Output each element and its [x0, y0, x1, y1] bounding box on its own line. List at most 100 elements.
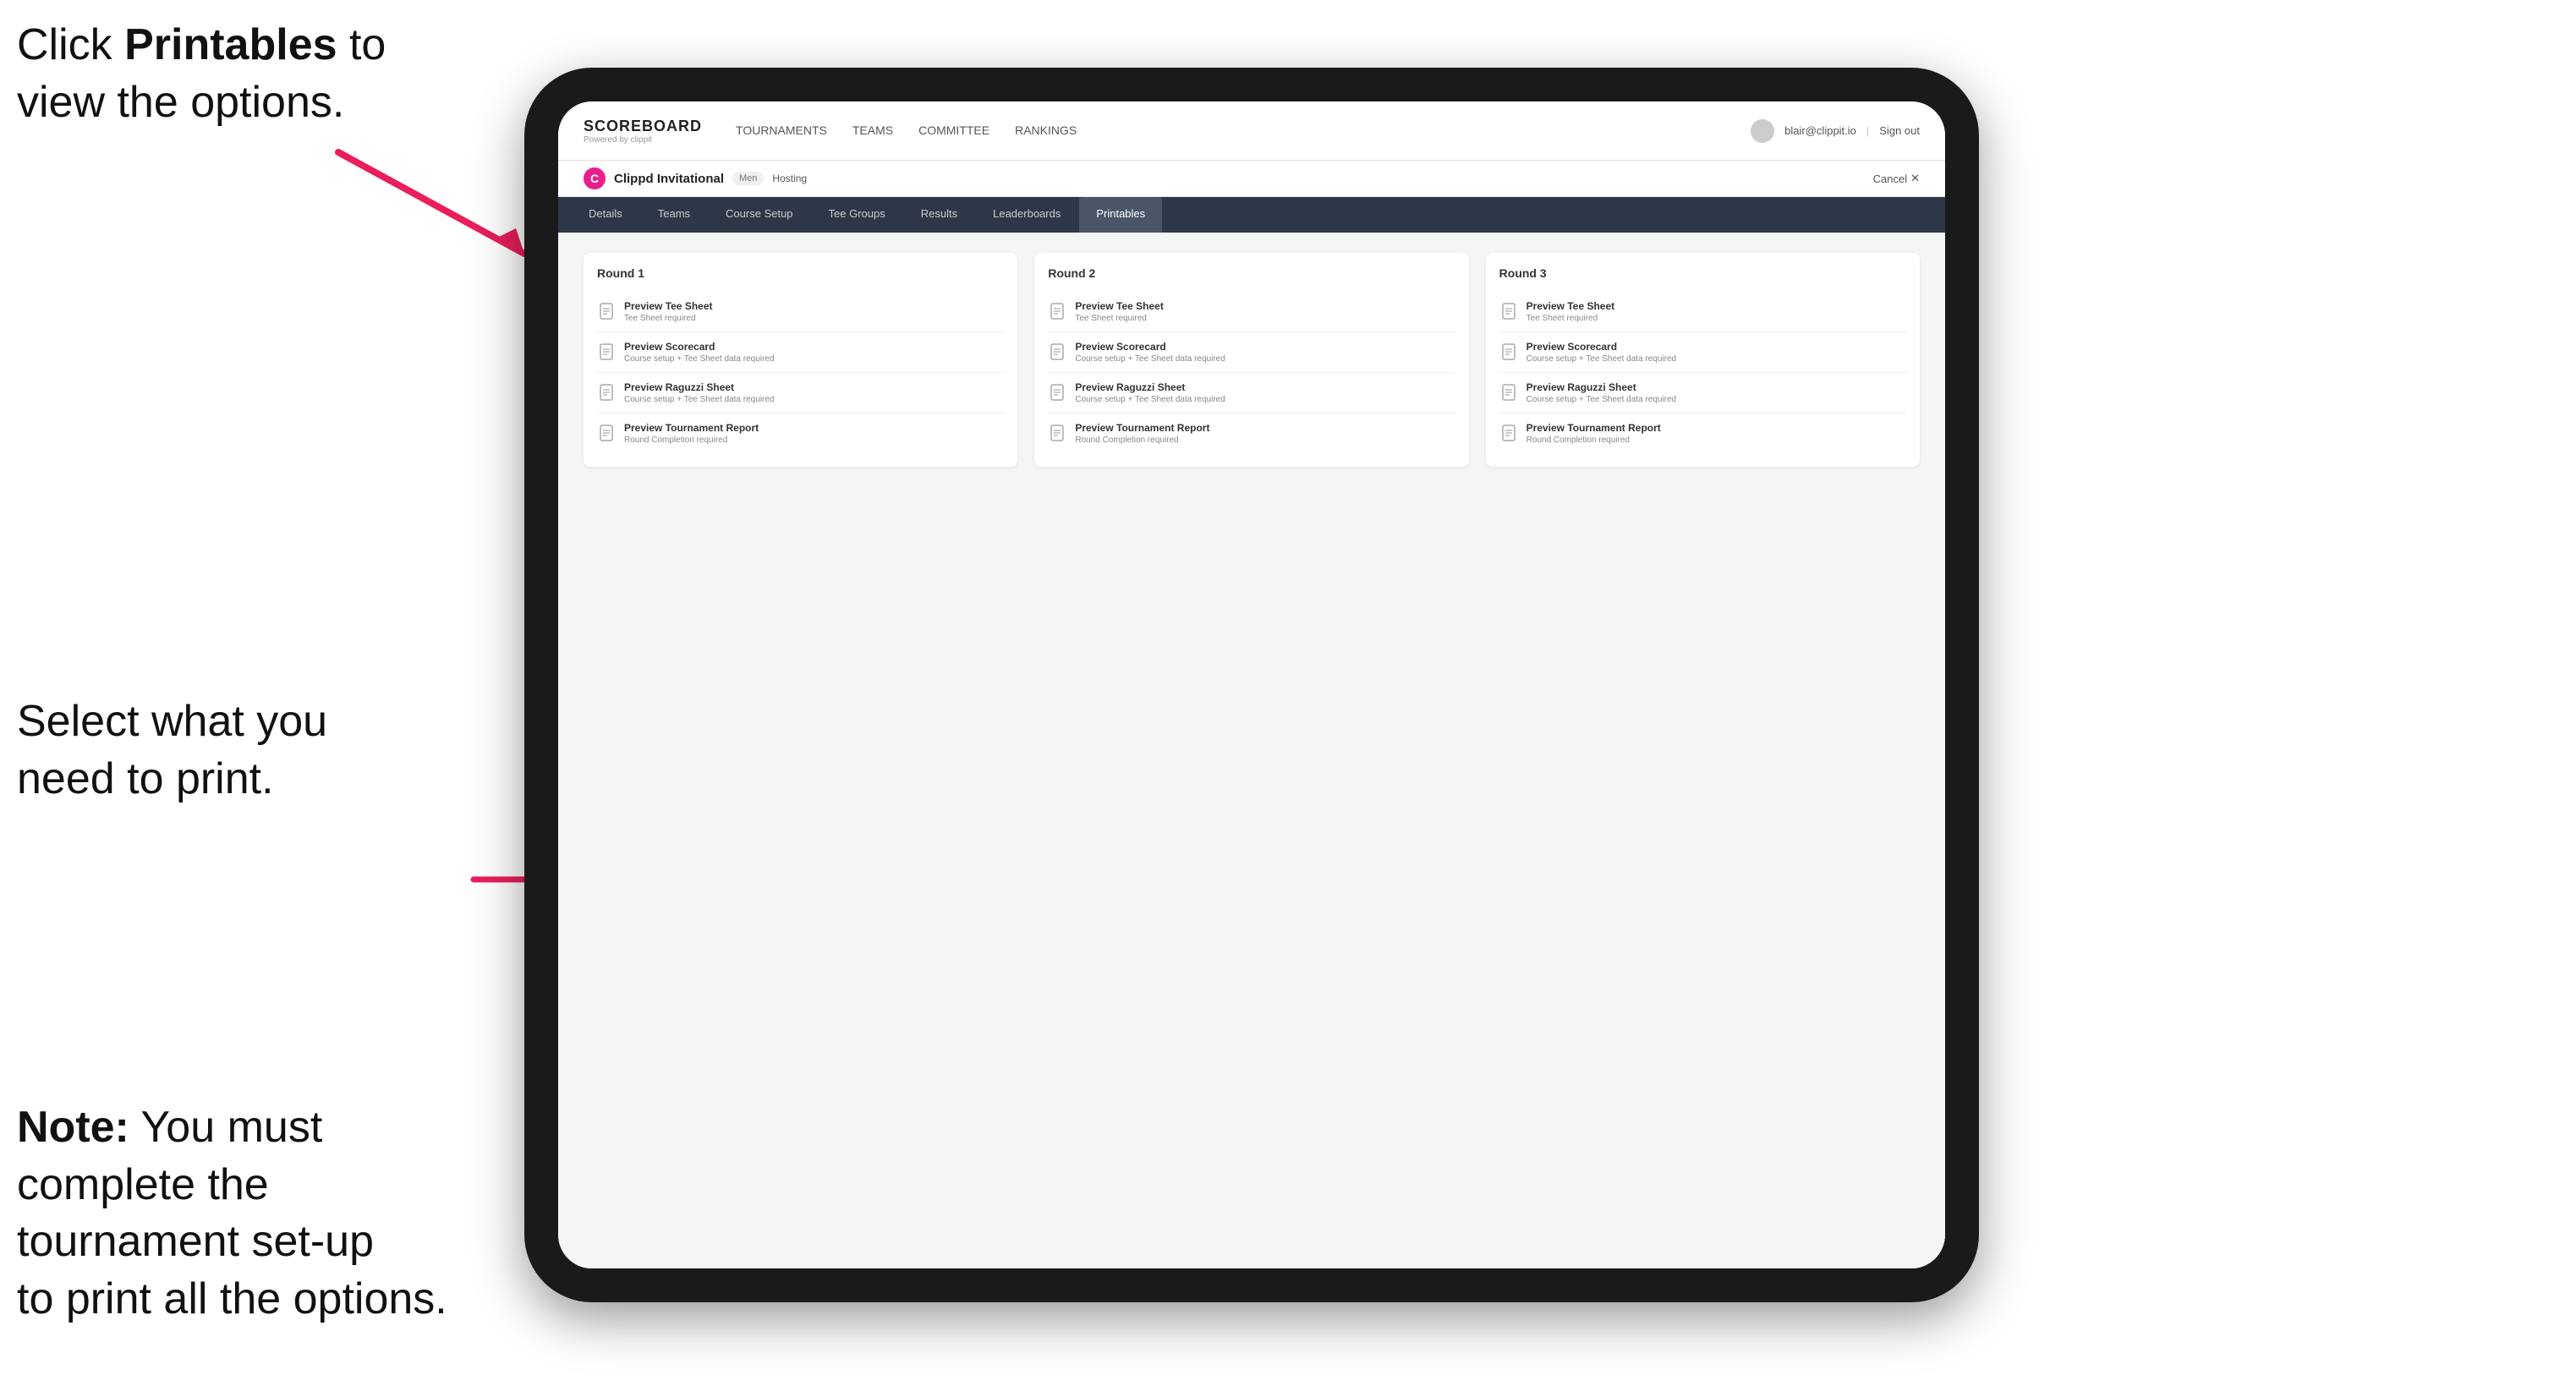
close-icon: ✕	[1910, 172, 1920, 185]
cancel-label: Cancel	[1873, 173, 1907, 185]
annotation-top: Click Printables toview the options.	[17, 17, 491, 131]
sign-out-link[interactable]: Sign out	[1879, 124, 1920, 137]
tournament-name: Clippd Invitational	[614, 172, 724, 186]
document-icon	[1499, 302, 1518, 320]
round-1-scorecard-subtitle: Course setup + Tee Sheet data required	[624, 354, 774, 364]
round-2-tournament-report[interactable]: Preview Tournament Report Round Completi…	[1048, 414, 1455, 453]
tab-printables[interactable]: Printables	[1079, 197, 1162, 233]
round-3-report-subtitle: Round Completion required	[1526, 436, 1661, 445]
nav-link-teams[interactable]: TEAMS	[852, 120, 893, 142]
round-1-raguzzi[interactable]: Preview Raguzzi Sheet Course setup + Tee…	[597, 373, 1004, 414]
round-2-raguzzi-title: Preview Raguzzi Sheet	[1075, 381, 1225, 393]
round-1-tee-sheet-subtitle: Tee Sheet required	[624, 314, 713, 323]
round-1-title: Round 1	[597, 266, 1004, 280]
tab-bar: Details Teams Course Setup Tee Groups Re…	[558, 197, 1945, 233]
round-2-title: Round 2	[1048, 266, 1455, 280]
round-3-tee-sheet-title: Preview Tee Sheet	[1526, 300, 1615, 312]
content-area: Round 1 Preview	[558, 233, 1945, 1268]
round-3-scorecard-subtitle: Course setup + Tee Sheet data required	[1526, 354, 1676, 364]
round-1-tee-sheet[interactable]: Preview Tee Sheet Tee Sheet required	[597, 292, 1004, 332]
tablet-device: SCOREBOARD Powered by clippit TOURNAMENT…	[524, 68, 1979, 1302]
top-nav-links: TOURNAMENTS TEAMS COMMITTEE RANKINGS	[736, 120, 1077, 142]
round-3-report-title: Preview Tournament Report	[1526, 422, 1661, 434]
round-2-section: Round 2 Preview Tee Sheet Tee Sheet requ…	[1034, 253, 1468, 467]
round-1-report-title: Preview Tournament Report	[624, 422, 759, 434]
user-email: blair@clippit.io	[1784, 124, 1856, 137]
round-2-tee-sheet-title: Preview Tee Sheet	[1075, 300, 1164, 312]
round-2-report-subtitle: Round Completion required	[1075, 436, 1209, 445]
document-icon	[1048, 342, 1066, 361]
document-icon	[597, 424, 616, 442]
brand: SCOREBOARD Powered by clippit	[584, 118, 702, 145]
separator: |	[1866, 124, 1869, 137]
round-3-title: Round 3	[1499, 266, 1906, 280]
round-2-scorecard-title: Preview Scorecard	[1075, 341, 1225, 353]
round-1-report-text: Preview Tournament Report Round Completi…	[624, 422, 759, 445]
round-3-tee-sheet[interactable]: Preview Tee Sheet Tee Sheet required	[1499, 292, 1906, 332]
tab-course-setup[interactable]: Course Setup	[709, 197, 810, 233]
annotation-bottom: Note: You mustcomplete thetournament set…	[17, 1099, 491, 1328]
tournament-info: C Clippd Invitational Men Hosting	[584, 167, 807, 189]
round-2-tee-sheet-subtitle: Tee Sheet required	[1075, 314, 1164, 323]
tournament-badge: Men	[732, 172, 764, 185]
tab-details[interactable]: Details	[572, 197, 639, 233]
round-1-raguzzi-text: Preview Raguzzi Sheet Course setup + Tee…	[624, 381, 774, 404]
app: SCOREBOARD Powered by clippit TOURNAMENT…	[558, 101, 1945, 1268]
document-icon	[1048, 302, 1066, 320]
round-1-raguzzi-subtitle: Course setup + Tee Sheet data required	[624, 395, 774, 404]
nav-link-tournaments[interactable]: TOURNAMENTS	[736, 120, 827, 142]
tab-results[interactable]: Results	[904, 197, 974, 233]
tablet-screen: SCOREBOARD Powered by clippit TOURNAMENT…	[558, 101, 1945, 1268]
round-2-raguzzi-subtitle: Course setup + Tee Sheet data required	[1075, 395, 1225, 404]
document-icon	[597, 383, 616, 402]
round-1-scorecard[interactable]: Preview Scorecard Course setup + Tee She…	[597, 332, 1004, 373]
round-2-raguzzi[interactable]: Preview Raguzzi Sheet Course setup + Tee…	[1048, 373, 1455, 414]
nav-link-rankings[interactable]: RANKINGS	[1015, 120, 1077, 142]
document-icon	[597, 302, 616, 320]
top-nav: SCOREBOARD Powered by clippit TOURNAMENT…	[558, 101, 1945, 161]
document-icon	[1048, 383, 1066, 402]
tournament-logo: C	[584, 167, 606, 189]
round-2-report-title: Preview Tournament Report	[1075, 422, 1209, 434]
round-1-scorecard-text: Preview Scorecard Course setup + Tee She…	[624, 341, 774, 364]
nav-link-committee[interactable]: COMMITTEE	[918, 120, 989, 142]
annotation-bold-note: Note:	[17, 1103, 129, 1152]
top-nav-left: SCOREBOARD Powered by clippit TOURNAMENT…	[584, 118, 1077, 145]
round-3-raguzzi-title: Preview Raguzzi Sheet	[1526, 381, 1676, 393]
round-1-raguzzi-title: Preview Raguzzi Sheet	[624, 381, 774, 393]
cancel-button[interactable]: Cancel ✕	[1873, 172, 1920, 185]
document-icon	[597, 342, 616, 361]
round-1-tee-sheet-title: Preview Tee Sheet	[624, 300, 713, 312]
round-3-raguzzi-subtitle: Course setup + Tee Sheet data required	[1526, 395, 1676, 404]
round-3-raguzzi[interactable]: Preview Raguzzi Sheet Course setup + Tee…	[1499, 373, 1906, 414]
tab-leaderboards[interactable]: Leaderboards	[976, 197, 1077, 233]
tournament-status: Hosting	[772, 173, 807, 184]
tab-teams[interactable]: Teams	[641, 197, 707, 233]
round-2-tee-sheet[interactable]: Preview Tee Sheet Tee Sheet required	[1048, 292, 1455, 332]
document-icon	[1499, 424, 1518, 442]
round-2-scorecard-subtitle: Course setup + Tee Sheet data required	[1075, 354, 1225, 364]
round-3-section: Round 3 Preview Tee Sheet Tee Sheet requ…	[1486, 253, 1920, 467]
annotation-bold-printables: Printables	[124, 20, 337, 69]
round-3-tournament-report[interactable]: Preview Tournament Report Round Completi…	[1499, 414, 1906, 453]
round-1-tournament-report[interactable]: Preview Tournament Report Round Completi…	[597, 414, 1004, 453]
rounds-grid: Round 1 Preview	[584, 253, 1920, 467]
brand-title: SCOREBOARD	[584, 118, 702, 135]
round-1-report-subtitle: Round Completion required	[624, 436, 759, 445]
avatar	[1751, 119, 1774, 143]
round-2-scorecard[interactable]: Preview Scorecard Course setup + Tee She…	[1048, 332, 1455, 373]
round-1-section: Round 1 Preview	[584, 253, 1017, 467]
document-icon	[1499, 383, 1518, 402]
brand-sub: Powered by clippit	[584, 135, 702, 145]
tournament-bar: C Clippd Invitational Men Hosting Cancel…	[558, 161, 1945, 197]
round-1-scorecard-title: Preview Scorecard	[624, 341, 774, 353]
round-3-scorecard[interactable]: Preview Scorecard Course setup + Tee She…	[1499, 332, 1906, 373]
arrow-top	[288, 135, 558, 271]
annotation-middle: Select what youneed to print.	[17, 693, 491, 808]
document-icon	[1499, 342, 1518, 361]
document-icon	[1048, 424, 1066, 442]
top-nav-right: blair@clippit.io | Sign out	[1751, 119, 1920, 143]
tab-tee-groups[interactable]: Tee Groups	[812, 197, 902, 233]
round-3-tee-sheet-subtitle: Tee Sheet required	[1526, 314, 1615, 323]
round-1-tee-sheet-text: Preview Tee Sheet Tee Sheet required	[624, 300, 713, 323]
